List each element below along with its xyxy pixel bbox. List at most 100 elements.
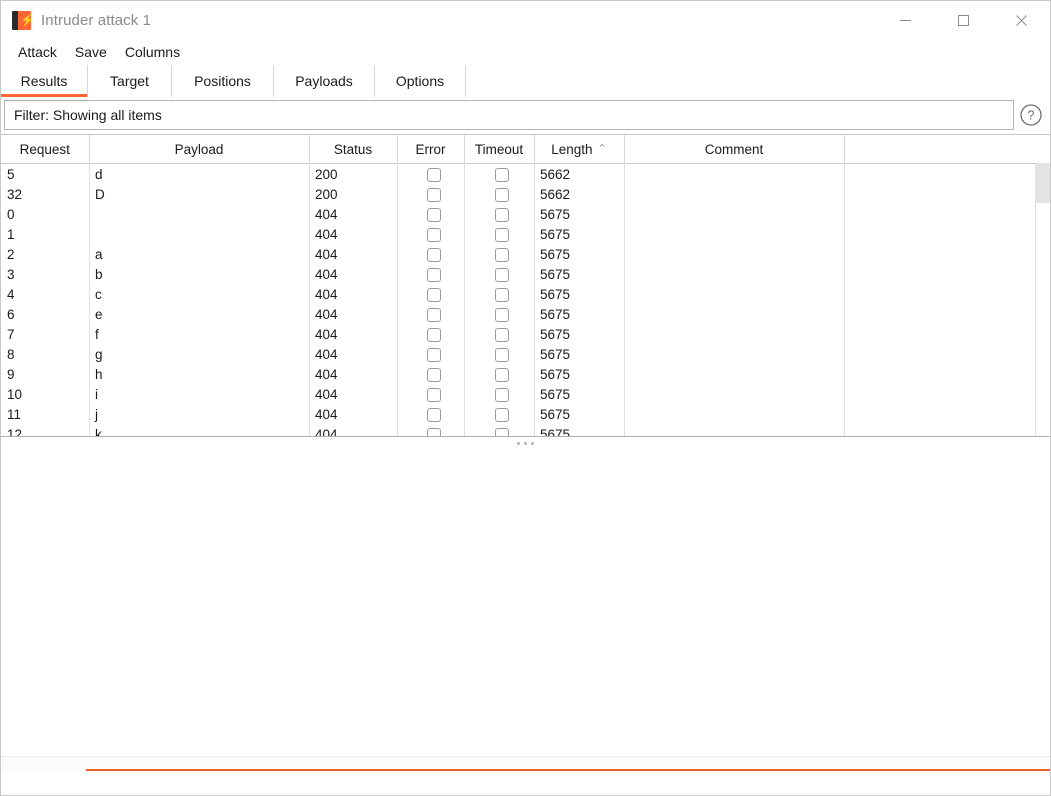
timeout-cell (464, 404, 534, 424)
error-checkbox[interactable] (426, 387, 441, 402)
table-row[interactable]: 7 f 404 5675 (1, 324, 1036, 344)
tab-results[interactable]: Results (1, 65, 88, 97)
cell-request: 7 (7, 326, 15, 342)
error-checkbox[interactable] (426, 167, 441, 182)
timeout-checkbox[interactable] (495, 307, 509, 322)
timeout-checkbox[interactable] (495, 347, 509, 362)
error-checkbox[interactable] (426, 247, 441, 262)
column-header-status[interactable]: Status (309, 135, 398, 164)
cell-status: 404 (315, 406, 338, 422)
cell-blank (844, 304, 1036, 324)
error-checkbox[interactable] (426, 207, 441, 222)
timeout-checkbox[interactable] (495, 427, 509, 436)
table-row[interactable]: 32 D 200 5662 (1, 184, 1036, 204)
timeout-checkbox[interactable] (495, 167, 509, 182)
error-checkbox[interactable] (426, 427, 441, 436)
table-row[interactable]: 3 b 404 5675 (1, 264, 1036, 284)
menu-columns[interactable]: Columns (117, 42, 188, 62)
cell-length: 5675 (540, 386, 571, 402)
table-row[interactable]: 1 404 5675 (1, 224, 1036, 244)
table-row[interactable]: 9 h 404 5675 (1, 364, 1036, 384)
timeout-cell (464, 264, 534, 284)
column-header-timeout[interactable]: Timeout (464, 135, 535, 164)
header-row: Request Payload Status Error Timeout Len… (1, 135, 1036, 164)
maximize-button[interactable] (934, 1, 992, 39)
column-header-blank[interactable] (844, 135, 1036, 164)
error-checkbox[interactable] (426, 187, 441, 202)
error-checkbox[interactable] (426, 287, 441, 302)
error-checkbox[interactable] (426, 307, 441, 322)
results-table-container: Request Payload Status Error Timeout Len… (1, 134, 1050, 437)
menu-attack[interactable]: Attack (10, 42, 65, 62)
cell-status: 200 (315, 186, 338, 202)
error-checkbox[interactable] (426, 267, 441, 282)
table-row[interactable]: 6 e 404 5675 (1, 304, 1036, 324)
tab-target[interactable]: Target (88, 65, 172, 97)
close-button[interactable] (992, 1, 1050, 39)
timeout-checkbox[interactable] (495, 407, 509, 422)
menu-save[interactable]: Save (67, 42, 115, 62)
column-header-status-label: Status (333, 141, 373, 157)
cell-comment (624, 424, 844, 436)
error-cell (397, 364, 464, 384)
error-cell (397, 404, 464, 424)
scrollbar-thumb[interactable] (1036, 163, 1050, 203)
vertical-scrollbar[interactable] (1035, 163, 1050, 436)
table-row[interactable]: 2 a 404 5675 (1, 244, 1036, 264)
timeout-cell (464, 184, 534, 204)
column-header-request[interactable]: Request (1, 135, 90, 164)
help-button[interactable]: ? (1016, 100, 1046, 130)
tab-positions-label: Positions (194, 73, 251, 89)
cell-blank (844, 284, 1036, 304)
timeout-checkbox[interactable] (495, 267, 509, 282)
table-row[interactable]: 12 k 404 5675 (1, 424, 1036, 436)
tab-options[interactable]: Options (375, 65, 466, 97)
minimize-button[interactable] (876, 1, 934, 39)
column-separator (624, 163, 625, 436)
cell-status: 404 (315, 366, 338, 382)
error-checkbox[interactable] (426, 327, 441, 342)
results-table-body: 5 d 200 5662 32 D 200 5662 0 404 5675 1 404 5675 2 a 404… (1, 164, 1036, 436)
timeout-checkbox[interactable] (495, 187, 509, 202)
table-row[interactable]: 11 j 404 5675 (1, 404, 1036, 424)
error-cell (397, 184, 464, 204)
cell-blank (844, 224, 1036, 244)
pane-splitter[interactable] (1, 437, 1050, 449)
timeout-cell (464, 164, 534, 185)
timeout-checkbox[interactable] (495, 367, 509, 382)
table-row[interactable]: 8 g 404 5675 (1, 344, 1036, 364)
error-checkbox[interactable] (426, 347, 441, 362)
column-header-payload[interactable]: Payload (89, 135, 310, 164)
sort-ascending-icon: ⌃ (597, 142, 607, 155)
column-header-error[interactable]: Error (397, 135, 465, 164)
window-controls (876, 1, 1050, 39)
error-checkbox[interactable] (426, 407, 441, 422)
table-row[interactable]: 10 i 404 5675 (1, 384, 1036, 404)
cell-blank (844, 164, 1036, 185)
error-checkbox[interactable] (426, 367, 441, 382)
table-row[interactable]: 4 c 404 5675 (1, 284, 1036, 304)
cell-request: 11 (7, 406, 22, 422)
timeout-checkbox[interactable] (495, 387, 509, 402)
tab-positions[interactable]: Positions (172, 65, 274, 97)
tab-active-indicator (1, 94, 87, 97)
error-checkbox[interactable] (426, 227, 441, 242)
timeout-checkbox[interactable] (495, 327, 509, 342)
timeout-checkbox[interactable] (495, 227, 509, 242)
error-cell (397, 164, 464, 185)
timeout-checkbox[interactable] (495, 207, 509, 222)
column-header-comment[interactable]: Comment (624, 135, 845, 164)
filter-label: Filter: Showing all items (14, 107, 162, 123)
column-header-request-label: Request (19, 141, 70, 157)
help-circle-icon: ? (1020, 104, 1042, 126)
column-header-length[interactable]: Length ⌃ (534, 135, 625, 164)
filter-bar[interactable]: Filter: Showing all items (4, 100, 1014, 130)
timeout-cell (464, 244, 534, 264)
cell-blank (844, 344, 1036, 364)
table-row[interactable]: 0 404 5675 (1, 204, 1036, 224)
svg-text:?: ? (1028, 109, 1035, 123)
table-row[interactable]: 5 d 200 5662 (1, 164, 1036, 185)
timeout-checkbox[interactable] (495, 287, 509, 302)
tab-payloads[interactable]: Payloads (274, 65, 375, 97)
timeout-checkbox[interactable] (495, 247, 509, 262)
